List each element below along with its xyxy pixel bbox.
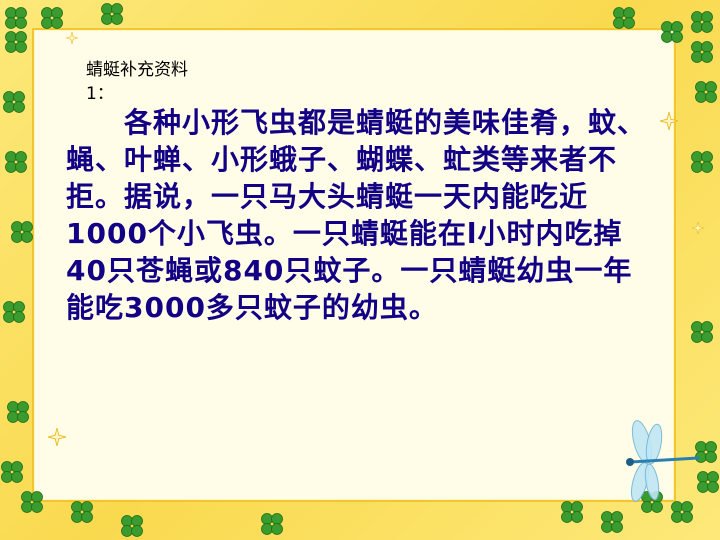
clover-icon bbox=[7, 401, 29, 423]
clover-icon bbox=[3, 91, 25, 113]
slide-title-line1: 蜻蜓补充资料 bbox=[86, 60, 188, 80]
clover-icon bbox=[691, 41, 713, 63]
clover-icon bbox=[691, 321, 713, 343]
clover-icon bbox=[101, 3, 123, 25]
clover-icon bbox=[21, 491, 43, 513]
clover-icon bbox=[613, 7, 635, 29]
sparkle-icon bbox=[692, 222, 704, 234]
sparkle-icon bbox=[660, 112, 678, 130]
clover-icon bbox=[5, 151, 27, 173]
slide-title: 蜻蜓补充资料 1： bbox=[86, 58, 188, 106]
sparkle-icon bbox=[66, 32, 78, 44]
clover-icon bbox=[41, 7, 63, 29]
clover-icon bbox=[695, 81, 717, 103]
clover-icon bbox=[5, 7, 27, 29]
clover-icon bbox=[561, 501, 583, 523]
clover-icon bbox=[3, 301, 25, 323]
clover-icon bbox=[601, 511, 623, 533]
slide-body-paragraph: 各种小形飞虫都是蜻蜓的美味佳肴，蚊、蝇、叶蝉、小形蛾子、蝴蝶、虻类等来者不拒。据… bbox=[66, 106, 647, 324]
clover-icon bbox=[121, 515, 143, 537]
clover-icon bbox=[71, 501, 93, 523]
clover-icon bbox=[691, 11, 713, 33]
clover-icon bbox=[5, 31, 27, 53]
clover-icon bbox=[691, 151, 713, 173]
dragonfly-icon bbox=[626, 420, 700, 502]
clover-icon bbox=[261, 513, 283, 535]
sparkle-icon bbox=[48, 428, 66, 446]
clover-icon bbox=[1, 461, 23, 483]
clover-icon bbox=[661, 21, 683, 43]
clover-icon bbox=[11, 221, 33, 243]
slide-title-line2: 1： bbox=[86, 84, 114, 104]
